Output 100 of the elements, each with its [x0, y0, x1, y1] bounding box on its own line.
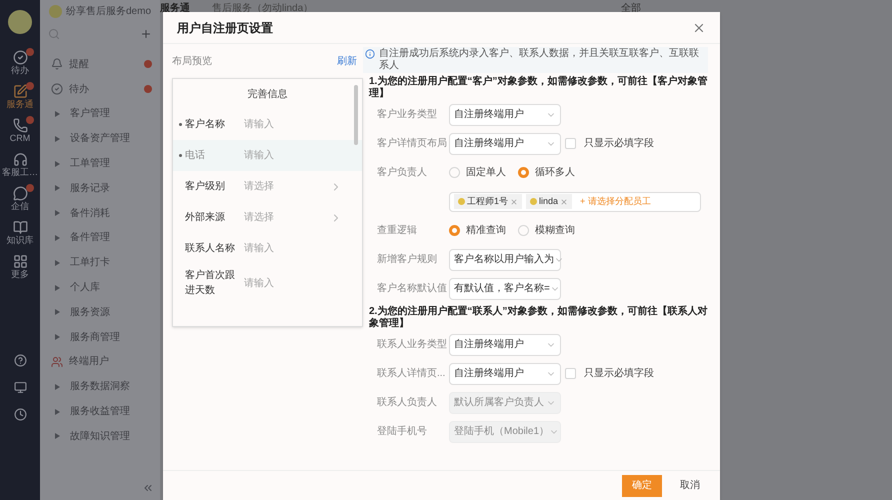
select-field[interactable]: 自注册终端用户: [449, 104, 561, 126]
menu-item[interactable]: 备件消耗: [40, 200, 160, 226]
nav-icon: [12, 220, 28, 235]
assignee-field[interactable]: 工程师1号 linda + 请选择分配员工: [449, 192, 701, 212]
caret-icon: [55, 260, 60, 266]
confirm-button[interactable]: 确定: [622, 474, 662, 496]
radio-button[interactable]: [518, 225, 529, 236]
users-icon: [51, 356, 63, 368]
rail-item[interactable]: 客服工…: [0, 148, 40, 182]
preview-field-row[interactable]: 外部来源 请选择: [173, 202, 362, 233]
select-field[interactable]: 客户名称以用户输入为: [449, 248, 561, 270]
clock-icon[interactable]: [14, 408, 26, 421]
nav-icon: [12, 254, 28, 269]
caret-icon: [55, 234, 60, 241]
field-label: 客户级别: [185, 180, 226, 194]
rail-item[interactable]: 知识库: [0, 216, 40, 250]
field-label: 联系人负责人: [377, 396, 438, 410]
menu-item[interactable]: 备件管理: [40, 226, 160, 250]
field-label: 联系人名称: [185, 242, 236, 256]
select-field[interactable]: 自注册终端用户: [449, 362, 561, 384]
menu-item[interactable]: 故障知识管理: [40, 424, 160, 449]
radio-button[interactable]: [449, 225, 460, 236]
checkbox[interactable]: [565, 368, 576, 379]
rail-item[interactable]: 待办: [0, 46, 40, 80]
menu-item[interactable]: 待办: [40, 76, 160, 102]
select-field[interactable]: 自注册终端用户: [449, 334, 561, 356]
field-label: 客户业务类型: [377, 108, 438, 122]
field-label: 联系人详情页...: [377, 366, 446, 381]
rail-item[interactable]: CRM: [0, 114, 40, 148]
nav-icon: [12, 118, 28, 133]
menu-item[interactable]: 提醒: [40, 52, 160, 77]
preview-field-row[interactable]: 电话 请输入: [173, 140, 362, 171]
radio-button[interactable]: [449, 167, 460, 178]
menu-item[interactable]: 服务记录: [40, 176, 160, 201]
info-message: 自注册成功后系统内录入客户、联系人数据，并且关联互联客户、互联联系人: [379, 48, 700, 72]
caret-icon: [55, 210, 60, 216]
caret-icon: [55, 433, 60, 440]
field-label: 外部来源: [185, 210, 226, 225]
add-assignee-link[interactable]: + 请选择分配员工: [580, 194, 651, 208]
menu-item[interactable]: 服务数据洞察: [40, 374, 160, 400]
menu-item[interactable]: 服务资源: [40, 300, 160, 325]
nav-icon: [12, 152, 28, 167]
menu-item[interactable]: 工单管理: [40, 151, 160, 176]
menu-item[interactable]: 设备资产管理: [40, 126, 160, 152]
radio-button[interactable]: [518, 167, 529, 178]
menu-item[interactable]: 客户管理: [40, 102, 160, 126]
checkbox[interactable]: [565, 138, 576, 149]
caret-icon: [55, 408, 60, 415]
close-icon[interactable]: [560, 198, 568, 206]
caret-icon: [55, 384, 60, 390]
preview-field-row[interactable]: 客户名称 请输入: [173, 109, 362, 140]
caret-icon: [55, 309, 60, 316]
field-label: 新增客户规则: [377, 252, 438, 267]
avatar-icon: [458, 198, 465, 205]
menu-item[interactable]: 终端用户: [40, 350, 160, 374]
avatar-icon: [530, 198, 538, 205]
dialog-title: 用户自注册页设置: [177, 20, 273, 36]
caret-icon: [55, 284, 60, 291]
nav-icon: [12, 84, 28, 99]
menu-item[interactable]: 个人库: [40, 275, 160, 300]
filter-label[interactable]: 全部: [621, 0, 642, 16]
field-placeholder: 请输入: [244, 276, 275, 290]
avatar-icon[interactable]: [8, 10, 32, 34]
close-icon[interactable]: [510, 198, 518, 206]
cancel-button[interactable]: 取消: [674, 474, 706, 496]
field-placeholder: 请输入: [244, 242, 275, 256]
preview-heading: 完善信息: [248, 88, 288, 102]
field-label: 客户名称默认值: [377, 282, 448, 296]
refresh-link[interactable]: 刷新: [337, 54, 357, 68]
panel-title: 布局预览: [172, 54, 212, 68]
check-icon: [51, 83, 63, 96]
field-label: 客户负责人: [377, 166, 428, 180]
section-heading: 2.为您的注册用户配置“联系人”对象参数，如需修改参数，可前往【联系人对象管理】: [368, 304, 708, 330]
rail-item[interactable]: 更多: [0, 250, 40, 284]
select-field[interactable]: 自注册终端用户: [449, 132, 561, 154]
nav-icon: [12, 186, 28, 201]
field-label: 登陆手机号: [377, 424, 428, 439]
field-placeholder: 请选择: [244, 210, 275, 225]
help-icon[interactable]: [14, 354, 26, 367]
field-placeholder: 请选择: [244, 180, 275, 194]
scrollbar-thumb[interactable]: [354, 85, 358, 145]
radio-label: 模糊查询: [535, 224, 575, 238]
app-tab[interactable]: 服务通: [160, 0, 190, 16]
menu-item[interactable]: 服务收益管理: [40, 399, 160, 424]
search-icon[interactable]: [48, 28, 60, 40]
menu-item[interactable]: 服务商管理: [40, 324, 160, 350]
menu-item[interactable]: 工单打卡: [40, 250, 160, 276]
collapse-icon[interactable]: [142, 482, 154, 494]
rail-item[interactable]: 企信: [0, 182, 40, 216]
caret-icon: [55, 160, 60, 167]
rail-item[interactable]: 服务通: [0, 80, 40, 114]
user-tag: linda: [526, 194, 572, 209]
logo-icon: [49, 4, 62, 18]
add-icon[interactable]: [140, 28, 152, 40]
preview-field-row[interactable]: 客户级别 请选择: [173, 171, 362, 202]
preview-field-row[interactable]: 联系人名称 请输入: [173, 233, 362, 264]
select-field[interactable]: 有默认值，客户名称=: [449, 278, 561, 300]
caret-icon: [55, 185, 60, 192]
radio-label: 固定单人: [466, 166, 506, 180]
monitor-icon[interactable]: [14, 381, 26, 394]
